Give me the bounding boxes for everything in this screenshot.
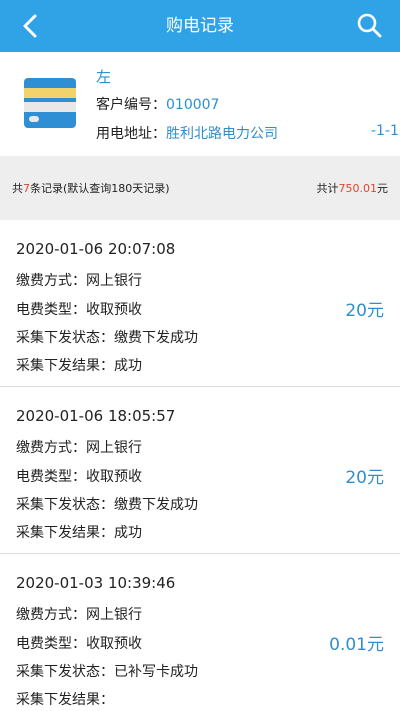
count-prefix: 共 — [12, 182, 23, 195]
result-label: 采集下发结果： — [16, 692, 114, 708]
record-type: 电费类型：收取预收 — [16, 633, 142, 653]
record-datetime: 2020-01-06 18:05:57 — [16, 407, 176, 425]
record-amount: 0.01元 — [329, 635, 384, 655]
result-label: 采集下发结果： — [16, 525, 114, 541]
method-label: 缴费方式： — [16, 440, 86, 456]
record-method: 缴费方式：网上银行 — [16, 604, 142, 624]
account-panel: 左 客户编号：010007 用电地址：胜利北路电力公司 -1-1 — [0, 52, 400, 156]
page-title: 购电记录 — [166, 16, 234, 36]
type-label: 电费类型： — [16, 469, 86, 485]
method-label: 缴费方式： — [16, 273, 86, 289]
record-datetime: 2020-01-06 20:07:08 — [16, 240, 176, 258]
type-label: 电费类型： — [16, 302, 86, 318]
result-value: 成功 — [114, 358, 142, 374]
method-value: 网上银行 — [86, 440, 142, 456]
record-count: 共7条记录(默认查询180天记录) — [12, 180, 170, 196]
method-label: 缴费方式： — [16, 607, 86, 623]
record-amount: 20元 — [345, 468, 384, 488]
record-list[interactable]: 2020-01-06 20:07:08 缴费方式：网上银行 电费类型：收取预收 … — [0, 220, 400, 711]
account-name: 左 — [96, 68, 112, 86]
status-value: 缴费下发成功 — [114, 330, 198, 346]
bank-card-icon — [24, 78, 76, 128]
record-method: 缴费方式：网上银行 — [16, 270, 142, 290]
record-status: 采集下发状态：缴费下发成功 — [16, 327, 198, 347]
list-item[interactable]: 2020-01-03 10:39:46 缴费方式：网上银行 电费类型：收取预收 … — [0, 554, 400, 711]
status-label: 采集下发状态： — [16, 497, 114, 513]
type-value: 收取预收 — [86, 302, 142, 318]
total-unit: 元 — [377, 182, 388, 195]
customer-id-label: 客户编号： — [96, 97, 166, 113]
count-suffix: 条记录(默认查询180天记录) — [30, 182, 170, 195]
status-value: 已补写卡成功 — [114, 664, 198, 680]
type-value: 收取预收 — [86, 469, 142, 485]
record-type: 电费类型：收取预收 — [16, 299, 142, 319]
total-value: 750.01 — [338, 182, 378, 195]
customer-id-row: 客户编号：010007 — [96, 94, 219, 114]
record-result: 采集下发结果：成功 — [16, 355, 142, 375]
summary-bar: 共7条记录(默认查询180天记录) 共计750.01元 — [0, 156, 400, 220]
record-result: 采集下发结果：失败 — [16, 689, 114, 709]
result-label: 采集下发结果： — [16, 358, 114, 374]
record-datetime: 2020-01-03 10:39:46 — [16, 574, 176, 592]
status-label: 采集下发状态： — [16, 330, 114, 346]
status-label: 采集下发状态： — [16, 664, 114, 680]
record-amount: 20元 — [345, 301, 384, 321]
record-type: 电费类型：收取预收 — [16, 466, 142, 486]
search-icon[interactable] — [356, 12, 382, 38]
count-value: 7 — [23, 182, 30, 195]
method-value: 网上银行 — [86, 607, 142, 623]
total-prefix: 共计 — [316, 182, 339, 195]
record-result: 采集下发结果：成功 — [16, 522, 142, 542]
total-amount: 共计750.01元 — [317, 180, 389, 196]
list-item[interactable]: 2020-01-06 20:07:08 缴费方式：网上银行 电费类型：收取预收 … — [0, 220, 400, 387]
record-method: 缴费方式：网上银行 — [16, 437, 142, 457]
address-label: 用电地址： — [96, 126, 166, 142]
address-tail: -1-1 — [371, 123, 399, 139]
address-row: 用电地址：胜利北路电力公司 -1-1 — [96, 123, 399, 143]
type-label: 电费类型： — [16, 636, 86, 652]
top-bar: 购电记录 — [0, 0, 400, 52]
type-value: 收取预收 — [86, 636, 142, 652]
method-value: 网上银行 — [86, 273, 142, 289]
list-item[interactable]: 2020-01-06 18:05:57 缴费方式：网上银行 电费类型：收取预收 … — [0, 387, 400, 554]
record-status: 采集下发状态：缴费下发成功 — [16, 494, 198, 514]
address-value: 胜利北路电力公司 — [166, 126, 278, 142]
result-value: 成功 — [114, 525, 142, 541]
status-value: 缴费下发成功 — [114, 497, 198, 513]
record-status: 采集下发状态：已补写卡成功 — [16, 661, 198, 681]
customer-id-value: 010007 — [166, 97, 220, 113]
